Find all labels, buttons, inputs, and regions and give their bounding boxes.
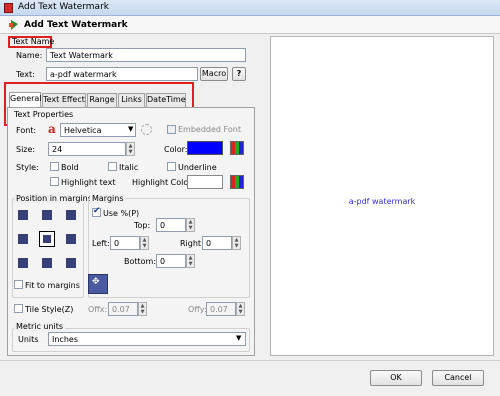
- fit-to-margins-label: Fit to margins: [25, 281, 80, 290]
- units-label: Units: [18, 335, 39, 344]
- right-margin-label: Right:: [180, 239, 204, 248]
- offy-label: Offy:: [188, 305, 207, 314]
- position-bottom-center[interactable]: [42, 258, 52, 268]
- tab-links[interactable]: Links: [118, 93, 145, 107]
- footer-divider: [0, 360, 500, 361]
- underline-checkbox[interactable]: [167, 162, 176, 171]
- offx-label: Offx:: [88, 305, 108, 314]
- text-name-section-label: Text Name: [12, 37, 55, 46]
- text-properties-title: Text Properties: [14, 110, 74, 119]
- bold-checkbox[interactable]: [50, 162, 59, 171]
- ok-button[interactable]: OK: [370, 370, 422, 386]
- tab-general[interactable]: General: [9, 92, 42, 107]
- tile-style-checkbox[interactable]: [14, 304, 23, 313]
- embedded-font-checkbox[interactable]: [167, 125, 176, 134]
- font-select[interactable]: Helvetica: [60, 123, 136, 137]
- highlight-palette-icon[interactable]: [230, 175, 244, 189]
- cancel-button[interactable]: Cancel: [432, 370, 484, 386]
- units-select-value: Inches: [52, 335, 78, 344]
- color-swatch[interactable]: [187, 141, 223, 155]
- name-input[interactable]: Text Watermark: [46, 48, 246, 62]
- loading-icon: [141, 124, 152, 135]
- position-bottom-right[interactable]: [66, 258, 76, 268]
- tab-range[interactable]: Range: [87, 93, 117, 107]
- position-grid: [18, 210, 76, 268]
- position-top-center[interactable]: [42, 210, 52, 220]
- italic-label: Italic: [119, 163, 139, 172]
- size-stepper[interactable]: ▲ ▼: [126, 142, 135, 156]
- units-chevron-down-icon: ▼: [236, 334, 242, 342]
- dialog-header: Add Text Watermark: [0, 16, 500, 34]
- top-margin-input[interactable]: 0: [156, 218, 186, 232]
- style-label: Style:: [16, 163, 39, 172]
- position-middle-right[interactable]: [66, 234, 76, 244]
- font-label: Font:: [16, 126, 37, 135]
- color-label: Color:: [164, 145, 188, 154]
- watermark-icon: [9, 20, 18, 30]
- highlight-color-swatch[interactable]: [187, 175, 223, 189]
- tab-text-effect[interactable]: Text Effect: [42, 93, 86, 107]
- underline-label: Underline: [178, 163, 217, 172]
- position-top-right[interactable]: [66, 210, 76, 220]
- position-bottom-left[interactable]: [18, 258, 28, 268]
- offy-input[interactable]: 0.07: [206, 302, 236, 316]
- macro-button[interactable]: Macro: [200, 67, 228, 81]
- embedded-font-label: Embedded Font: [178, 125, 241, 134]
- font-chevron-down-icon: ▼: [128, 125, 134, 133]
- help-button[interactable]: ?: [232, 67, 246, 81]
- dialog-title: Add Text Watermark: [24, 20, 128, 30]
- color-palette-icon[interactable]: [230, 141, 244, 155]
- left-margin-input[interactable]: 0: [110, 236, 140, 250]
- bold-label: Bold: [61, 163, 79, 172]
- bottom-margin-input[interactable]: 0: [156, 254, 186, 268]
- offx-stepper[interactable]: ▲ ▼: [138, 302, 147, 316]
- offx-input[interactable]: 0.07: [108, 302, 138, 316]
- units-select[interactable]: Inches: [48, 332, 246, 346]
- preview-page: a-pdf watermark: [270, 36, 494, 356]
- italic-checkbox[interactable]: [108, 162, 117, 171]
- bottom-margin-stepper[interactable]: ▲ ▼: [186, 254, 195, 268]
- use-percent-checkbox[interactable]: ✔: [92, 206, 101, 217]
- window-title: Add Text Watermark: [18, 2, 109, 12]
- right-margin-stepper[interactable]: ▲ ▼: [232, 236, 241, 250]
- use-percent-label: Use %(P): [103, 209, 140, 218]
- left-margin-label: Left:: [92, 239, 110, 248]
- font-select-value: Helvetica: [64, 126, 102, 135]
- position-top-left[interactable]: [18, 210, 28, 220]
- metric-units-title: Metric units: [14, 322, 66, 331]
- name-label: Name:: [16, 51, 43, 60]
- tab-datetime[interactable]: DateTime: [146, 93, 186, 107]
- margins-title: Margins: [90, 194, 126, 203]
- highlight-text-checkbox[interactable]: [50, 177, 59, 186]
- position-center[interactable]: [39, 231, 55, 247]
- right-margin-input[interactable]: 0: [202, 236, 232, 250]
- dialog-footer: OK Cancel: [0, 360, 500, 396]
- text-input[interactable]: a-pdf watermark: [46, 67, 198, 81]
- fit-to-margins-checkbox[interactable]: [14, 280, 23, 289]
- offy-stepper[interactable]: ▲ ▼: [236, 302, 245, 316]
- size-input[interactable]: 24: [48, 142, 126, 156]
- preview-watermark-text: a-pdf watermark: [348, 197, 416, 206]
- settings-panel: Text Name Name: Text Watermark Text: a-p…: [4, 36, 258, 356]
- tile-style-label: Tile Style(Z): [25, 305, 74, 314]
- bottom-margin-label: Bottom:: [124, 257, 157, 266]
- top-margin-stepper[interactable]: ▲ ▼: [186, 218, 195, 232]
- window-titlebar: Add Text Watermark: [0, 0, 500, 16]
- fit-to-margins-icon: ✥: [88, 274, 108, 294]
- app-icon: [4, 3, 13, 13]
- font-type-icon: a: [48, 122, 56, 136]
- position-title: Position in margins: [14, 194, 94, 203]
- position-middle-left[interactable]: [18, 234, 28, 244]
- highlight-color-label: Highlight Color:: [132, 178, 195, 187]
- size-label: Size:: [16, 145, 36, 154]
- text-label: Text:: [16, 70, 35, 79]
- highlight-text-label: Highlight text: [61, 178, 116, 187]
- left-margin-stepper[interactable]: ▲ ▼: [140, 236, 149, 250]
- top-margin-label: Top:: [134, 221, 151, 230]
